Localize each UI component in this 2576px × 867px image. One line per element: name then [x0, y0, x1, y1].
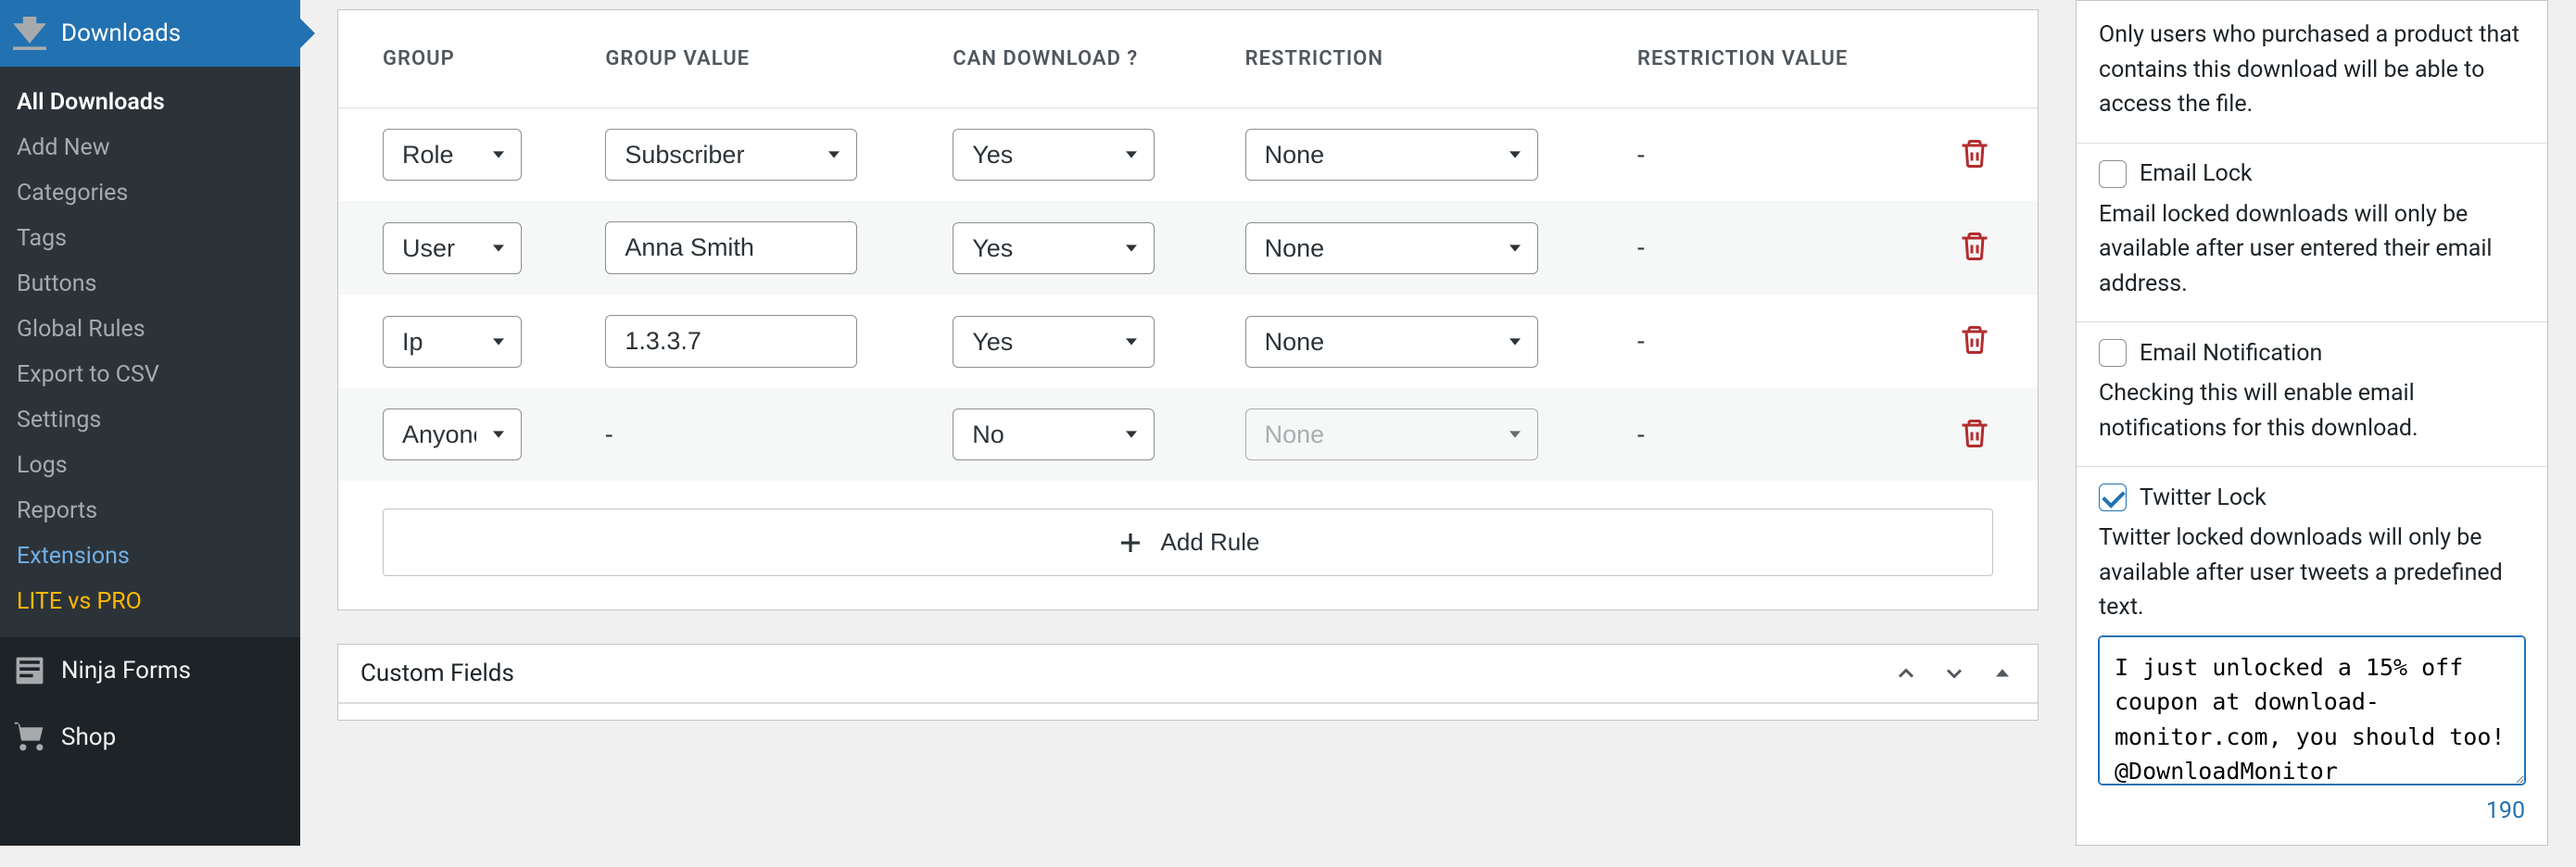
- submenu-item[interactable]: Extensions: [0, 534, 300, 579]
- restriction-select: None: [1245, 408, 1538, 460]
- submenu-item[interactable]: Export to CSV: [0, 352, 300, 397]
- form-icon: [13, 654, 46, 687]
- can-download-select[interactable]: Yes: [953, 129, 1155, 181]
- group-value-dash: -: [561, 388, 908, 481]
- restriction-select[interactable]: None: [1245, 222, 1538, 274]
- add-rule-button[interactable]: Add Rule: [383, 509, 1993, 576]
- th-group-value: GROUP VALUE: [561, 10, 908, 108]
- custom-fields-postbox: Custom Fields: [337, 644, 2039, 721]
- plus-icon: [1117, 529, 1144, 557]
- purchase-lock-item: Only users who purchased a product that …: [2077, 1, 2547, 143]
- restriction-value: -: [1593, 108, 1895, 202]
- email-lock-label: Email Lock: [2140, 160, 2253, 187]
- submenu-item[interactable]: Settings: [0, 397, 300, 443]
- main-content: GROUP GROUP VALUE CAN DOWNLOAD ? RESTRIC…: [300, 0, 2076, 846]
- delete-rule-button[interactable]: [1952, 224, 1997, 271]
- right-sidebar: Only users who purchased a product that …: [2076, 0, 2576, 846]
- email-lock-item: Email Lock Email locked downloads will o…: [2077, 143, 2547, 322]
- chevron-up-icon[interactable]: [1893, 660, 1919, 686]
- submenu-downloads: All DownloadsAdd NewCategoriesTagsButton…: [0, 67, 300, 637]
- admin-sidebar: Downloads All DownloadsAdd NewCategories…: [0, 0, 300, 846]
- custom-fields-title: Custom Fields: [360, 660, 514, 687]
- submenu-item[interactable]: Global Rules: [0, 307, 300, 352]
- custom-fields-header: Custom Fields: [338, 645, 2038, 703]
- submenu-item[interactable]: Buttons: [0, 261, 300, 307]
- email-notification-desc: Checking this will enable email notifica…: [2099, 376, 2525, 446]
- download-icon: [13, 17, 46, 50]
- rule-row: User Yes None -: [338, 201, 2038, 295]
- group-value-input[interactable]: [605, 315, 857, 368]
- twitter-lock-checkbox[interactable]: [2099, 484, 2127, 511]
- can-download-select[interactable]: Yes: [953, 316, 1155, 368]
- trash-icon: [1958, 230, 1991, 263]
- trash-icon: [1958, 417, 1991, 450]
- th-group: GROUP: [338, 10, 561, 108]
- email-notification-item: Email Notification Checking this will en…: [2077, 321, 2547, 466]
- menu-downloads-label: Downloads: [61, 19, 181, 47]
- twitter-lock-desc: Twitter locked downloads will only be av…: [2099, 521, 2525, 625]
- trash-icon: [1958, 137, 1991, 170]
- rule-row: Anyone-NoNone-: [338, 388, 2038, 481]
- email-lock-desc: Email locked downloads will only be avai…: [2099, 197, 2525, 302]
- rules-metabox: GROUP GROUP VALUE CAN DOWNLOAD ? RESTRIC…: [337, 9, 2039, 610]
- twitter-lock-item: Twitter Lock Twitter locked downloads wi…: [2077, 466, 2547, 845]
- restriction-value: -: [1593, 388, 1895, 481]
- menu-ninja-forms[interactable]: Ninja Forms: [0, 637, 300, 704]
- email-lock-checkbox[interactable]: [2099, 160, 2127, 188]
- cart-icon: [13, 721, 46, 754]
- add-rule-label: Add Rule: [1161, 528, 1260, 557]
- th-restriction-value: RESTRICTION VALUE: [1593, 10, 1895, 108]
- email-notification-label: Email Notification: [2140, 340, 2322, 367]
- email-notification-checkbox[interactable]: [2099, 339, 2127, 367]
- restriction-select[interactable]: None: [1245, 316, 1538, 368]
- th-actions: [1895, 10, 2038, 108]
- chevron-down-icon[interactable]: [1941, 660, 1967, 686]
- group-select[interactable]: Anyone: [383, 408, 522, 460]
- twitter-char-counter: 190: [2099, 798, 2525, 824]
- submenu-item[interactable]: LITE vs PRO: [0, 579, 300, 624]
- delete-rule-button[interactable]: [1952, 132, 1997, 179]
- download-options-box: Only users who purchased a product that …: [2076, 0, 2548, 846]
- th-restriction: RESTRICTION: [1201, 10, 1593, 108]
- delete-rule-button[interactable]: [1952, 411, 1997, 459]
- can-download-select[interactable]: Yes: [953, 222, 1155, 274]
- purchase-lock-desc: Only users who purchased a product that …: [2099, 18, 2525, 122]
- toggle-triangle-icon[interactable]: [1989, 660, 2015, 686]
- trash-icon: [1958, 323, 1991, 357]
- group-value-select[interactable]: Subscriber: [605, 129, 857, 181]
- th-can-download: CAN DOWNLOAD ?: [908, 10, 1200, 108]
- menu-shop-label: Shop: [61, 723, 116, 751]
- restriction-value: -: [1593, 201, 1895, 295]
- menu-shop[interactable]: Shop: [0, 704, 300, 771]
- menu-downloads[interactable]: Downloads: [0, 0, 300, 67]
- submenu-item[interactable]: Logs: [0, 443, 300, 488]
- twitter-lock-label: Twitter Lock: [2140, 484, 2267, 511]
- submenu-item[interactable]: Reports: [0, 488, 300, 534]
- submenu-item[interactable]: All Downloads: [0, 80, 300, 125]
- rules-table: GROUP GROUP VALUE CAN DOWNLOAD ? RESTRIC…: [338, 10, 2038, 481]
- group-select[interactable]: Ip: [383, 316, 522, 368]
- restriction-value: -: [1593, 295, 1895, 388]
- submenu-item[interactable]: Tags: [0, 216, 300, 261]
- submenu-item[interactable]: Categories: [0, 170, 300, 216]
- delete-rule-button[interactable]: [1952, 318, 1997, 365]
- rule-row: Ip Yes None -: [338, 295, 2038, 388]
- group-select[interactable]: Role: [383, 129, 522, 181]
- can-download-select[interactable]: No: [953, 408, 1155, 460]
- twitter-tweet-textarea[interactable]: [2099, 636, 2525, 785]
- rule-row: Role Subscriber Yes None -: [338, 108, 2038, 202]
- group-select[interactable]: User: [383, 222, 522, 274]
- menu-ninja-forms-label: Ninja Forms: [61, 657, 191, 685]
- group-value-input[interactable]: [605, 221, 857, 274]
- restriction-select[interactable]: None: [1245, 129, 1538, 181]
- submenu-item[interactable]: Add New: [0, 125, 300, 170]
